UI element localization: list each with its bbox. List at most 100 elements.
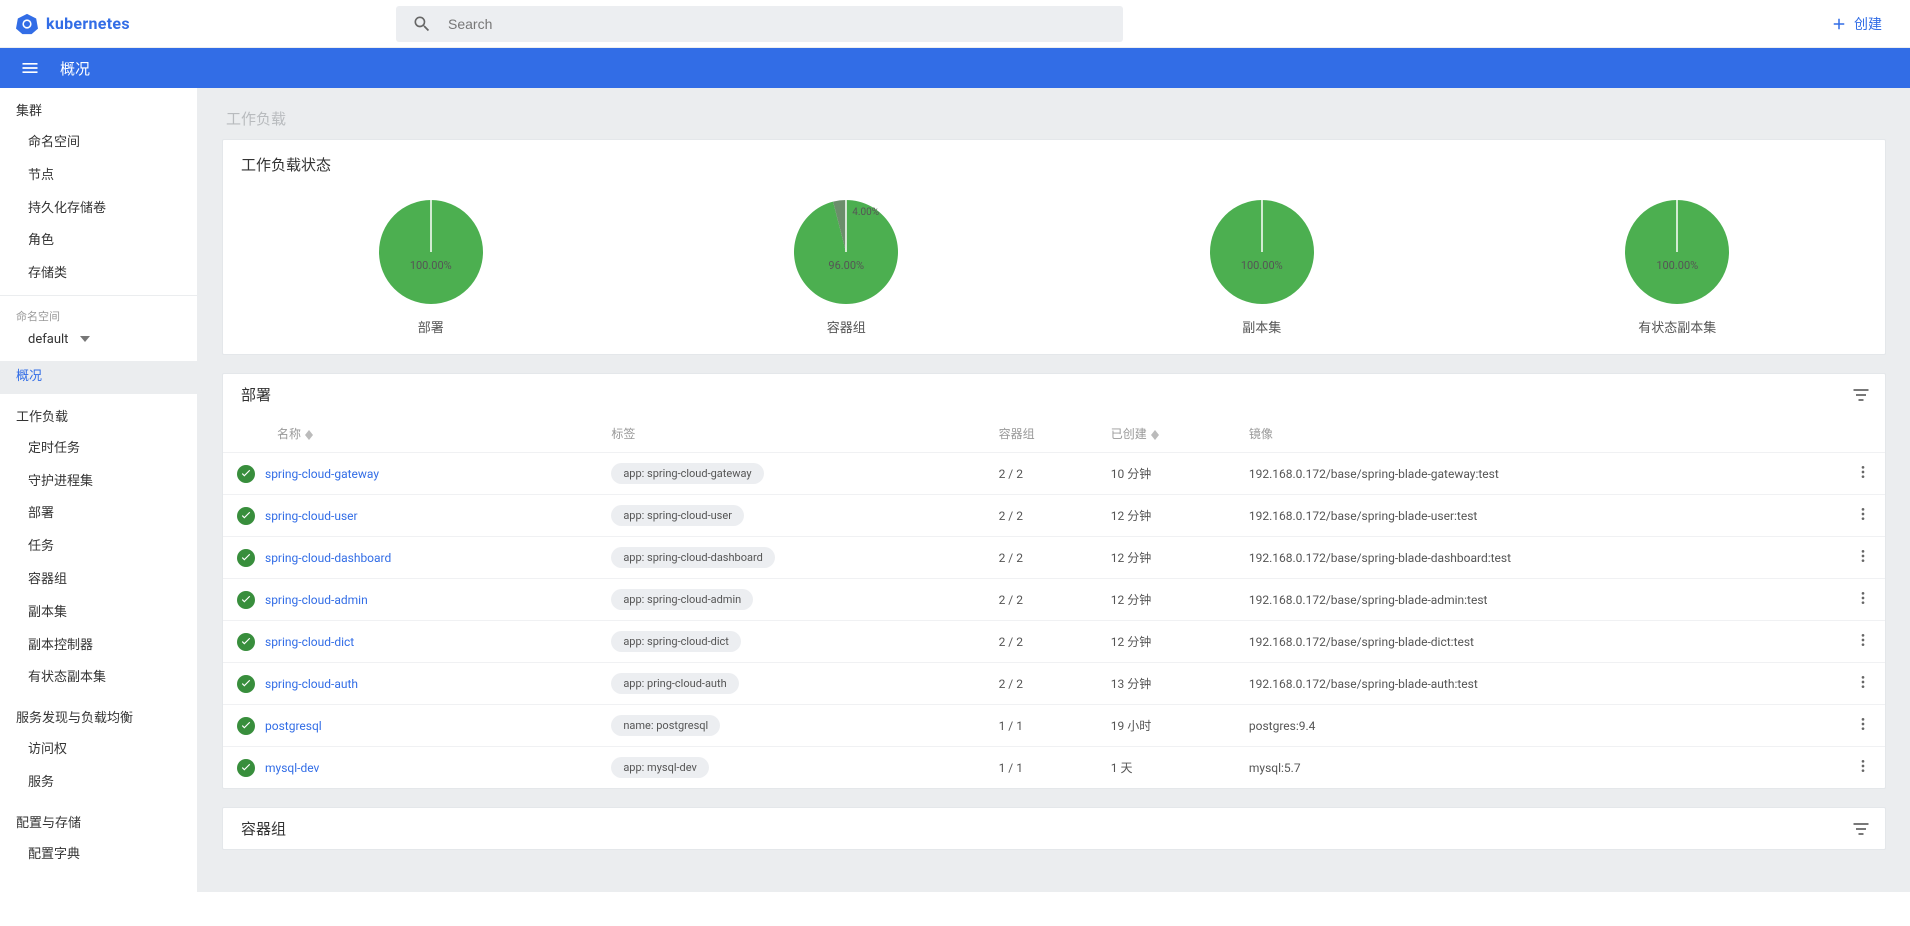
kebab-menu-icon[interactable]: [1855, 758, 1871, 774]
sidebar-workloads-item-5[interactable]: 副本集: [0, 597, 197, 630]
label-chip: app: spring-cloud-gateway: [611, 463, 763, 484]
sidebar-section-config[interactable]: 配置与存储: [0, 800, 197, 839]
chart-main-label: 100.00%: [1622, 259, 1732, 272]
deployment-link[interactable]: postgresql: [265, 719, 322, 733]
cell-created: 12 分钟: [1103, 621, 1241, 663]
search-input[interactable]: [448, 16, 1107, 32]
chart-0: 100.00%部署: [223, 197, 639, 336]
cell-image: 192.168.0.172/base/spring-blade-dict:tes…: [1241, 621, 1841, 663]
sidebar-workloads-item-2[interactable]: 部署: [0, 498, 197, 531]
sidebar-workloads-item-4[interactable]: 容器组: [0, 564, 197, 597]
sidebar-workloads-item-3[interactable]: 任务: [0, 531, 197, 564]
kebab-menu-icon[interactable]: [1855, 632, 1871, 648]
sidebar-cluster-item-0[interactable]: 命名空间: [0, 127, 197, 160]
cell-pods: 2 / 2: [991, 621, 1103, 663]
status-ok-icon: [237, 465, 255, 483]
filter-icon[interactable]: [1851, 385, 1871, 405]
filter-icon[interactable]: [1851, 819, 1871, 839]
kebab-menu-icon[interactable]: [1855, 674, 1871, 690]
cell-created: 12 分钟: [1103, 537, 1241, 579]
card-title-status: 工作负载状态: [223, 140, 1885, 189]
plus-icon: [1830, 15, 1848, 33]
col-pods[interactable]: 容器组: [991, 415, 1103, 453]
sidebar-config-item-0[interactable]: 配置字典: [0, 839, 197, 872]
chart-name: 部署: [418, 317, 444, 336]
sidebar-cluster-item-1[interactable]: 节点: [0, 160, 197, 193]
logo[interactable]: kubernetes: [16, 13, 396, 35]
kebab-menu-icon[interactable]: [1855, 590, 1871, 606]
deployment-link[interactable]: spring-cloud-user: [265, 509, 358, 523]
sidebar-workloads-item-1[interactable]: 守护进程集: [0, 466, 197, 499]
card-deployments: 部署 名称 标签 容器组 已创建 镜像 spring-cloud-gateway…: [222, 373, 1886, 789]
kebab-menu-icon[interactable]: [1855, 506, 1871, 522]
status-ok-icon: [237, 591, 255, 609]
sidebar-cluster-item-3[interactable]: 角色: [0, 225, 197, 258]
search-box[interactable]: [396, 6, 1123, 42]
deployment-link[interactable]: spring-cloud-auth: [265, 677, 358, 691]
sidebar-cluster-item-4[interactable]: 存储类: [0, 258, 197, 291]
kebab-menu-icon[interactable]: [1855, 548, 1871, 564]
sidebar-section-cluster[interactable]: 集群: [0, 88, 197, 127]
cell-created: 19 小时: [1103, 705, 1241, 747]
chevron-down-icon: [80, 334, 90, 344]
card-pods: 容器组: [222, 807, 1886, 850]
cell-pods: 2 / 2: [991, 537, 1103, 579]
table-row: spring-cloud-admin app: spring-cloud-admi…: [223, 579, 1885, 621]
cell-pods: 2 / 2: [991, 579, 1103, 621]
label-chip: app: spring-cloud-admin: [611, 589, 753, 610]
main-content: 工作负载 工作负载状态 100.00%部署96.00%4.00%容器组100.0…: [198, 88, 1910, 892]
col-created[interactable]: 已创建: [1103, 415, 1241, 453]
cell-image: 192.168.0.172/base/spring-blade-dashboar…: [1241, 537, 1841, 579]
table-row: spring-cloud-authapp: pring-cloud-auth2 …: [223, 663, 1885, 705]
label-chip: app: spring-cloud-dashboard: [611, 547, 774, 568]
label-chip: app: mysql-dev: [611, 757, 709, 778]
cell-created: 10 分钟: [1103, 453, 1241, 495]
sidebar-workloads-item-7[interactable]: 有状态副本集: [0, 662, 197, 695]
sidebar-item-overview[interactable]: 概况: [0, 361, 197, 394]
create-button[interactable]: 创建: [1818, 14, 1894, 34]
table-row: mysql-devapp: mysql-dev1 / 11 天mysql:5.7: [223, 747, 1885, 789]
hamburger-menu-icon[interactable]: [20, 58, 40, 78]
cell-image: 192.168.0.172/base/spring-blade-auth:tes…: [1241, 663, 1841, 705]
table-row: spring-cloud-gateway app: spring-cloud-ga…: [223, 453, 1885, 495]
table-row: postgresqlname: postgresql1 / 119 小时post…: [223, 705, 1885, 747]
status-ok-icon: [237, 759, 255, 777]
status-ok-icon: [237, 549, 255, 567]
sidebar-services-item-0[interactable]: 访问权: [0, 734, 197, 767]
kebab-menu-icon[interactable]: [1855, 464, 1871, 480]
deployment-link[interactable]: spring-cloud-dict: [265, 635, 354, 649]
deployments-table: 名称 标签 容器组 已创建 镜像 spring-cloud-gateway app…: [223, 415, 1885, 788]
sidebar-section-services[interactable]: 服务发现与负载均衡: [0, 695, 197, 734]
col-image[interactable]: 镜像: [1241, 415, 1841, 453]
chart-name: 副本集: [1242, 317, 1281, 336]
deployment-link[interactable]: mysql-dev: [265, 761, 319, 775]
col-name[interactable]: 名称: [223, 415, 603, 453]
sidebar-namespace-label: 命名空间: [0, 300, 197, 326]
cell-pods: 1 / 1: [991, 747, 1103, 789]
status-ok-icon: [237, 717, 255, 735]
cell-pods: 2 / 2: [991, 453, 1103, 495]
table-row: spring-cloud-dashboard app: spring-cloud-…: [223, 537, 1885, 579]
sidebar-section-workloads[interactable]: 工作负载: [0, 394, 197, 433]
cell-created: 1 天: [1103, 747, 1241, 789]
table-row: spring-cloud-userapp: spring-cloud-user2…: [223, 495, 1885, 537]
sidebar-workloads-item-0[interactable]: 定时任务: [0, 433, 197, 466]
status-ok-icon: [237, 675, 255, 693]
chart-name: 有状态副本集: [1638, 317, 1716, 336]
kebab-menu-icon[interactable]: [1855, 716, 1871, 732]
deployment-link[interactable]: spring-cloud-gateway: [265, 467, 379, 481]
kubernetes-logo-icon: [16, 13, 38, 35]
sidebar-workloads-item-6[interactable]: 副本控制器: [0, 630, 197, 663]
create-label: 创建: [1854, 14, 1882, 34]
chart-2: 100.00%副本集: [1054, 197, 1470, 336]
label-chip: app: pring-cloud-auth: [611, 673, 738, 694]
cell-created: 12 分钟: [1103, 579, 1241, 621]
table-row: spring-cloud-dictapp: spring-cloud-dict2…: [223, 621, 1885, 663]
deployment-link[interactable]: spring-cloud-admin: [265, 593, 368, 607]
sidebar-cluster-item-2[interactable]: 持久化存储卷: [0, 193, 197, 226]
cell-image: 192.168.0.172/base/spring-blade-gateway:…: [1241, 453, 1841, 495]
sidebar-services-item-1[interactable]: 服务: [0, 767, 197, 800]
namespace-select[interactable]: default: [0, 326, 197, 361]
col-labels[interactable]: 标签: [603, 415, 990, 453]
deployment-link[interactable]: spring-cloud-dashboard: [265, 551, 391, 565]
